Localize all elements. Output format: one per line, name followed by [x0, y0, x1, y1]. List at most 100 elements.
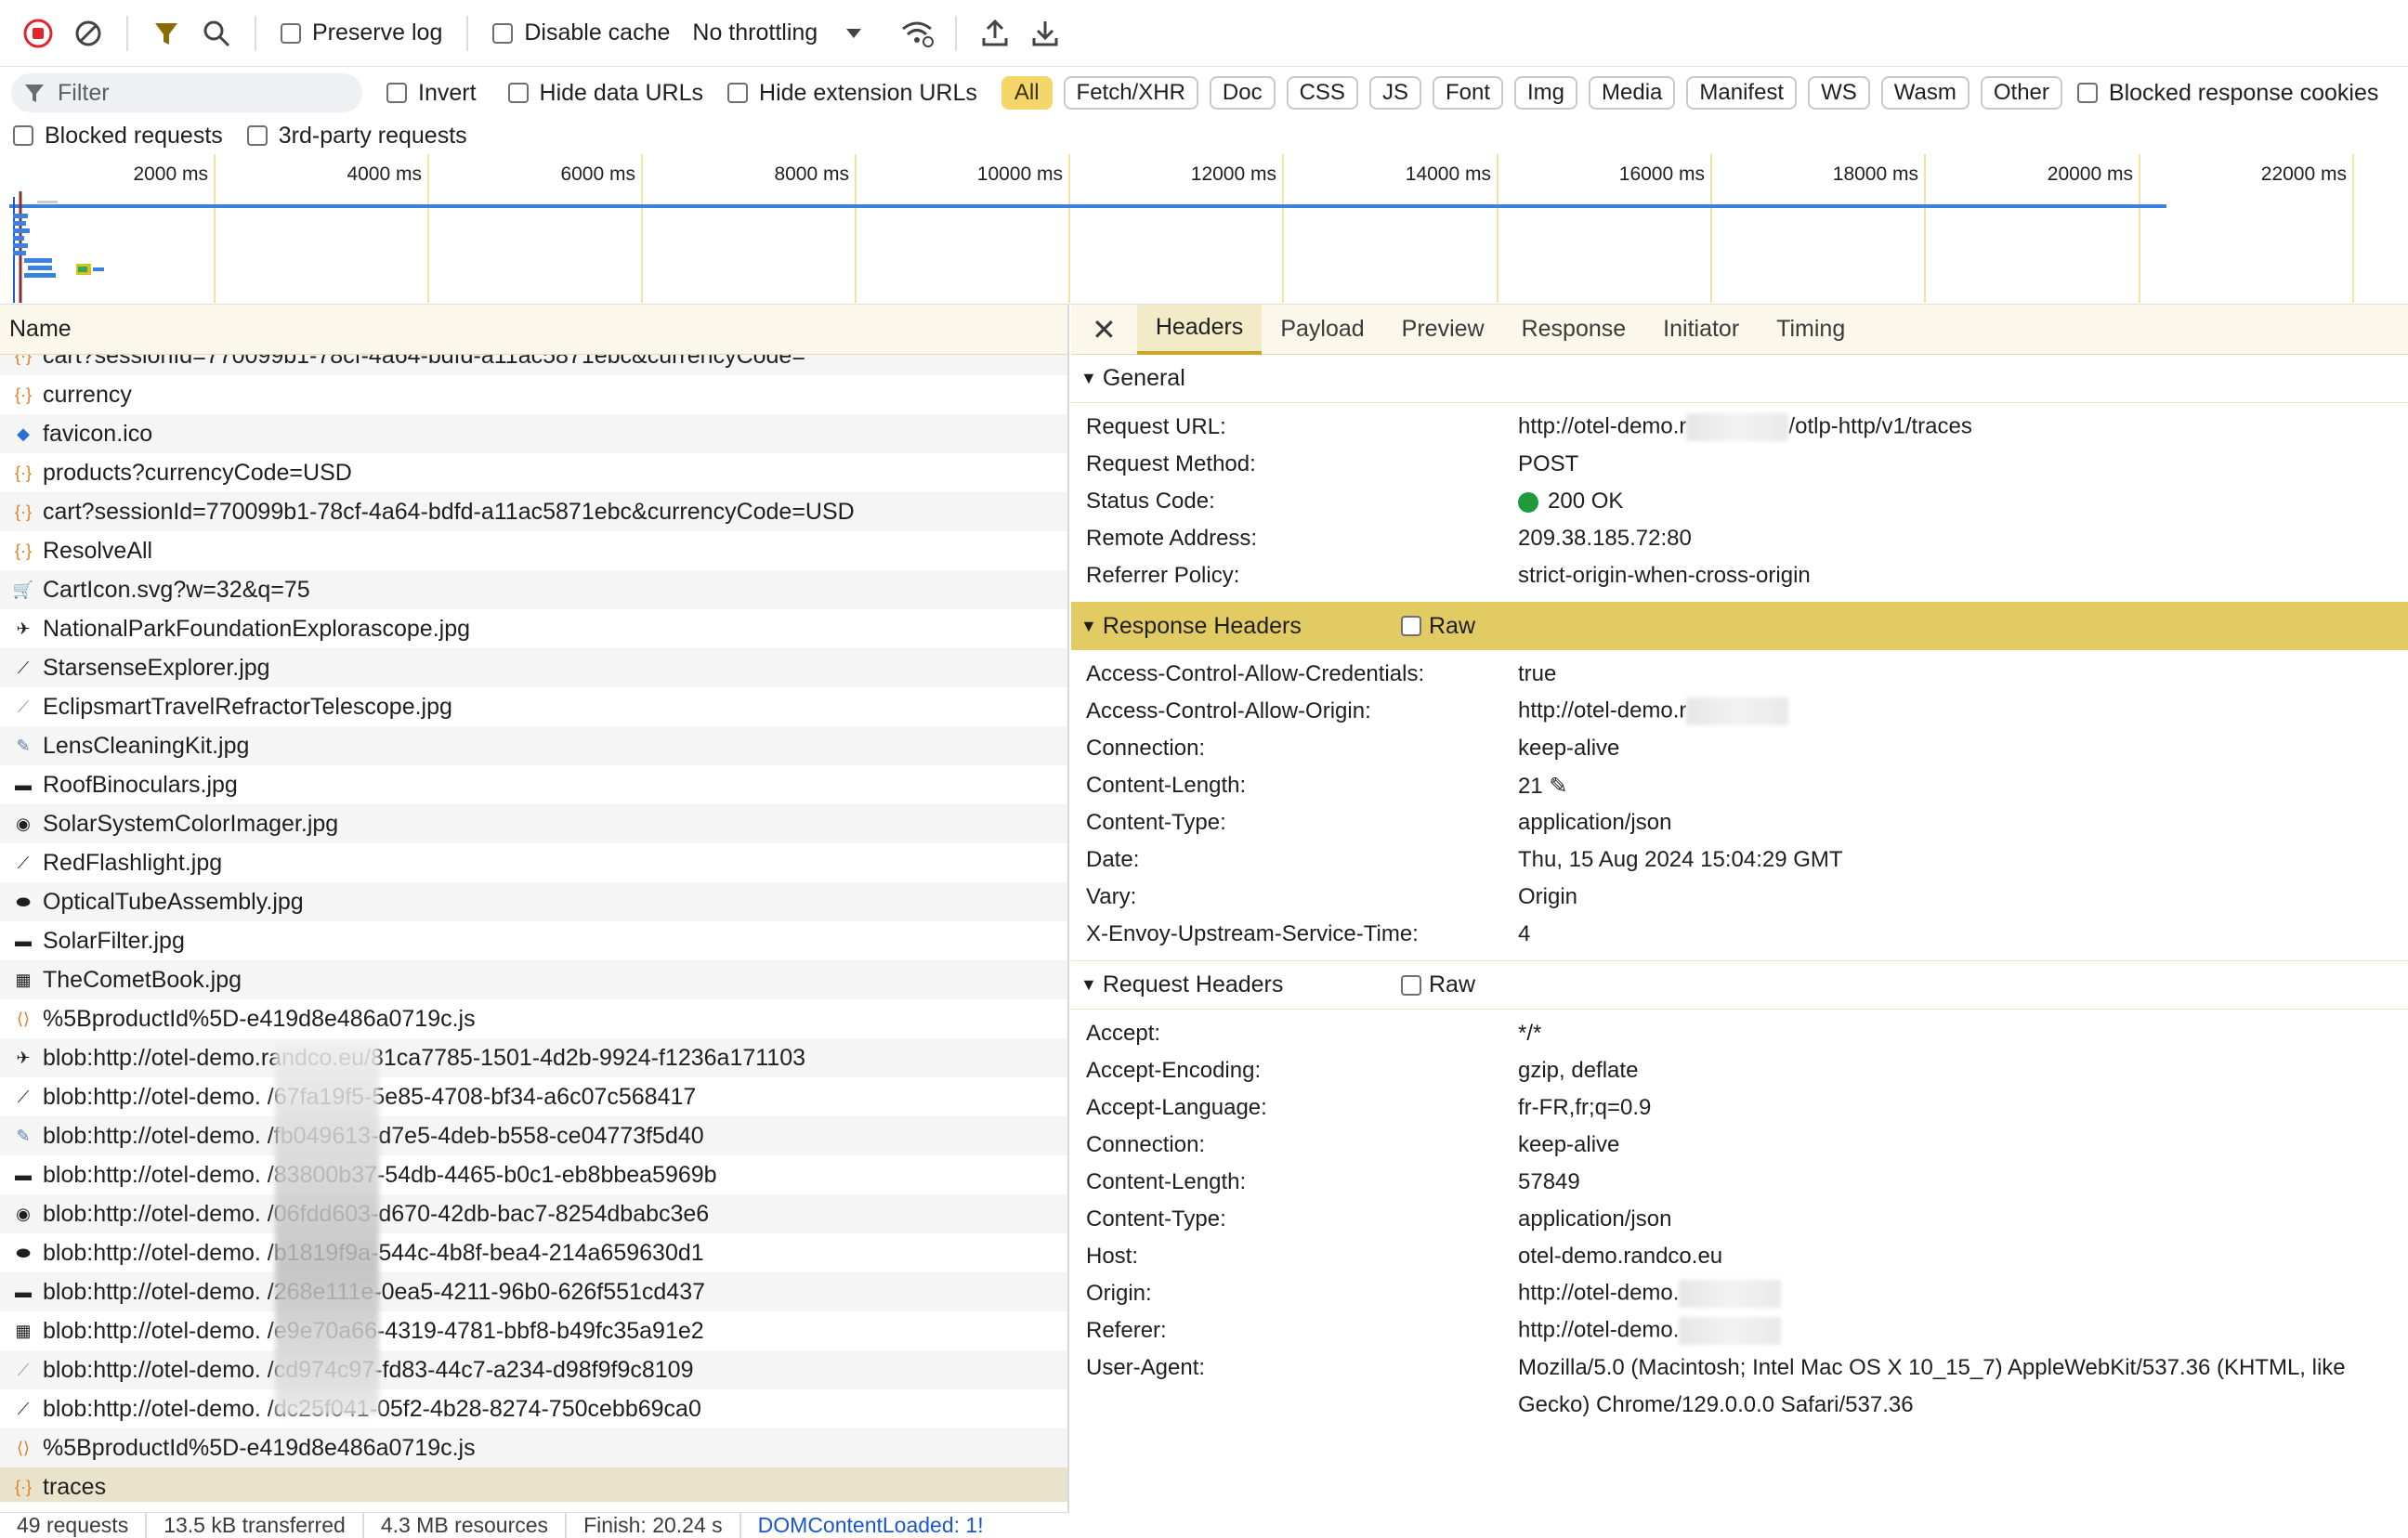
- chip-font[interactable]: Font: [1432, 76, 1503, 110]
- request-row[interactable]: ⟨⟩ %5BproductId%5D-e419d8e486a0719c.js: [0, 1428, 1067, 1467]
- response-headers-section-header[interactable]: ▼ Response Headers Raw: [1071, 602, 2408, 650]
- transferred-size: 13.5 kB transferred: [147, 1513, 364, 1538]
- chip-doc[interactable]: Doc: [1209, 76, 1276, 110]
- request-row[interactable]: ▬ SolarFilter.jpg: [0, 921, 1067, 960]
- header-key: Accept-Language:: [1086, 1095, 1267, 1120]
- header-value: http://otel-demo.r/otlp-http/v1/traces: [1518, 413, 1972, 441]
- hide-extension-urls-checkbox[interactable]: Hide extension URLs: [727, 80, 977, 107]
- name-column-header[interactable]: Name: [0, 305, 1067, 355]
- clear-icon[interactable]: [67, 12, 110, 55]
- stop-recording-icon[interactable]: [17, 12, 59, 55]
- chip-all[interactable]: All: [1001, 76, 1053, 110]
- request-row[interactable]: ◉ SolarSystemColorImager.jpg: [0, 804, 1067, 843]
- filter-input[interactable]: Filter: [11, 73, 362, 112]
- chip-css[interactable]: CSS: [1286, 76, 1358, 110]
- request-row[interactable]: ⟋ RedFlashlight.jpg: [0, 843, 1067, 882]
- header-row: Date: Thu, 15 Aug 2024 15:04:29 GMT: [1071, 841, 2408, 879]
- third-party-checkbox[interactable]: 3rd-party requests: [246, 123, 467, 150]
- disable-cache-checkbox[interactable]: Disable cache: [492, 20, 670, 46]
- request-row[interactable]: ⟨⟩ %5BproductId%5D-e419d8e486a0719c.js: [0, 999, 1067, 1038]
- request-row[interactable]: ✎ LensCleaningKit.jpg: [0, 726, 1067, 765]
- header-key: Vary:: [1086, 884, 1137, 909]
- import-har-icon[interactable]: [974, 12, 1016, 55]
- chip-wasm[interactable]: Wasm: [1880, 76, 1970, 110]
- raw-checkbox[interactable]: Raw: [1401, 613, 1475, 640]
- request-row[interactable]: ▬ blob:http://otel-demo. /268e111e-0ea5-4…: [0, 1272, 1067, 1311]
- tab-headers[interactable]: Headers: [1136, 305, 1263, 355]
- request-row[interactable]: {·} cart?sessionId=770099b1-78cf-4a64-bdf…: [0, 492, 1067, 531]
- header-key: Accept-Encoding:: [1086, 1058, 1262, 1083]
- request-row[interactable]: ◉ blob:http://otel-demo. /06fdd603-d670-4…: [0, 1194, 1067, 1233]
- request-row-selected[interactable]: {·} traces: [0, 1467, 1067, 1502]
- request-row[interactable]: {·} cart?sessionId=770099b1-78cf-4a64-bdf…: [0, 355, 1067, 375]
- request-row[interactable]: ▬ RoofBinoculars.jpg: [0, 765, 1067, 804]
- request-row[interactable]: ⟋ StarsenseExplorer.jpg: [0, 648, 1067, 687]
- overview-timeline[interactable]: 2000 ms 4000 ms 6000 ms 8000 ms 10000 ms…: [0, 154, 2408, 305]
- request-row[interactable]: ⟋ blob:http://otel-demo. /67fa19f5-5e85-4…: [0, 1077, 1067, 1116]
- tab-payload[interactable]: Payload: [1262, 305, 1382, 355]
- header-row: Vary: Origin: [1071, 879, 2408, 916]
- detail-tabs: ✕ Headers Payload Preview Response Initi…: [1071, 305, 2408, 355]
- blocked-requests-checkbox[interactable]: Blocked requests: [13, 123, 223, 150]
- chip-ws[interactable]: WS: [1808, 76, 1870, 110]
- tab-response[interactable]: Response: [1503, 305, 1645, 355]
- header-value: Origin: [1518, 884, 1578, 909]
- general-section-header[interactable]: ▼ General: [1071, 355, 2408, 403]
- request-row[interactable]: ▦ blob:http://otel-demo. /e9e70a66-4319-4…: [0, 1311, 1067, 1350]
- search-icon[interactable]: [195, 12, 238, 55]
- header-row: X-Envoy-Upstream-Service-Time: 4: [1071, 916, 2408, 953]
- request-headers: Accept: */* Accept-Encoding: gzip, deflate…: [1071, 1010, 2408, 1424]
- request-name: %5BproductId%5D-e419d8e486a0719c.js: [43, 1434, 476, 1461]
- chip-fetch-xhr[interactable]: Fetch/XHR: [1063, 76, 1198, 110]
- finish-time: Finish: 20.24 s: [567, 1513, 741, 1538]
- request-row[interactable]: ⟋ blob:http://otel-demo. /dc25f041-05f2-4…: [0, 1389, 1067, 1428]
- request-row[interactable]: ▬ blob:http://otel-demo. /83800b37-54db-4…: [0, 1155, 1067, 1194]
- invert-checkbox[interactable]: Invert: [386, 80, 477, 107]
- triangle-down-icon: ▼: [1080, 369, 1097, 387]
- request-row[interactable]: ✈ blob:http://otel-demo.randco.eu/81ca778…: [0, 1038, 1067, 1077]
- request-name: TheCometBook.jpg: [43, 966, 242, 993]
- origin-prefix: http://otel-demo.: [1518, 1280, 1680, 1306]
- blocked-response-cookies-checkbox[interactable]: Blocked response cookies: [2076, 80, 2378, 107]
- referer-prefix: http://otel-demo.: [1518, 1317, 1680, 1343]
- request-row[interactable]: {·} ResolveAll: [0, 531, 1067, 570]
- network-conditions-icon[interactable]: [896, 12, 938, 55]
- preserve-log-checkbox[interactable]: Preserve log: [281, 20, 442, 46]
- tab-timing[interactable]: Timing: [1758, 305, 1864, 355]
- request-row[interactable]: ✈ NationalParkFoundationExplorascope.jpg: [0, 609, 1067, 648]
- request-row[interactable]: ⟋ blob:http://otel-demo. /cd974c97-fd83-4…: [0, 1350, 1067, 1389]
- header-key: Content-Type:: [1086, 1206, 1226, 1232]
- filter-icon[interactable]: [145, 12, 188, 55]
- header-key: Access-Control-Allow-Credentials:: [1086, 661, 1425, 686]
- request-name: OpticalTubeAssembly.jpg: [43, 888, 304, 915]
- header-key: Content-Length:: [1086, 773, 1247, 798]
- tab-preview[interactable]: Preview: [1383, 305, 1503, 355]
- fetch-icon: {·}: [14, 502, 33, 521]
- pencil-icon[interactable]: ✎: [1549, 774, 1567, 799]
- tab-initiator[interactable]: Initiator: [1644, 305, 1758, 355]
- request-row[interactable]: {·} products?currencyCode=USD: [0, 453, 1067, 492]
- fetch-icon: {·}: [14, 541, 33, 560]
- hide-data-urls-checkbox[interactable]: Hide data URLs: [507, 80, 703, 107]
- throttling-select[interactable]: No throttling: [692, 20, 862, 46]
- export-har-icon[interactable]: [1024, 12, 1067, 55]
- request-row[interactable]: ⟋ EclipsmartTravelRefractorTelescope.jpg: [0, 687, 1067, 726]
- chip-manifest[interactable]: Manifest: [1686, 76, 1798, 110]
- chip-img[interactable]: Img: [1514, 76, 1578, 110]
- raw-checkbox[interactable]: Raw: [1401, 971, 1475, 998]
- close-icon[interactable]: ✕: [1071, 305, 1137, 355]
- chip-media[interactable]: Media: [1589, 76, 1676, 110]
- request-row[interactable]: ⬬ OpticalTubeAssembly.jpg: [0, 882, 1067, 921]
- chip-js[interactable]: JS: [1368, 76, 1421, 110]
- request-row[interactable]: ✎ blob:http://otel-demo. /fb049613-d7e5-4…: [0, 1116, 1067, 1155]
- request-headers-section-header[interactable]: ▼ Request Headers Raw: [1071, 961, 2408, 1010]
- image-thumbnail-icon: ✈: [16, 1048, 31, 1067]
- content-length-value: 21: [1518, 773, 1543, 799]
- chip-other[interactable]: Other: [1980, 76, 2062, 110]
- request-row[interactable]: ◆ favicon.ico: [0, 414, 1067, 453]
- request-row[interactable]: ⬬ blob:http://otel-demo. /b1819f9a-544c-4…: [0, 1233, 1067, 1272]
- request-row[interactable]: 🛒 CartIcon.svg?w=32&q=75: [0, 570, 1067, 609]
- request-row[interactable]: ▦ TheCometBook.jpg: [0, 960, 1067, 999]
- request-row[interactable]: {·} currency: [0, 375, 1067, 414]
- request-name: SolarSystemColorImager.jpg: [43, 810, 339, 837]
